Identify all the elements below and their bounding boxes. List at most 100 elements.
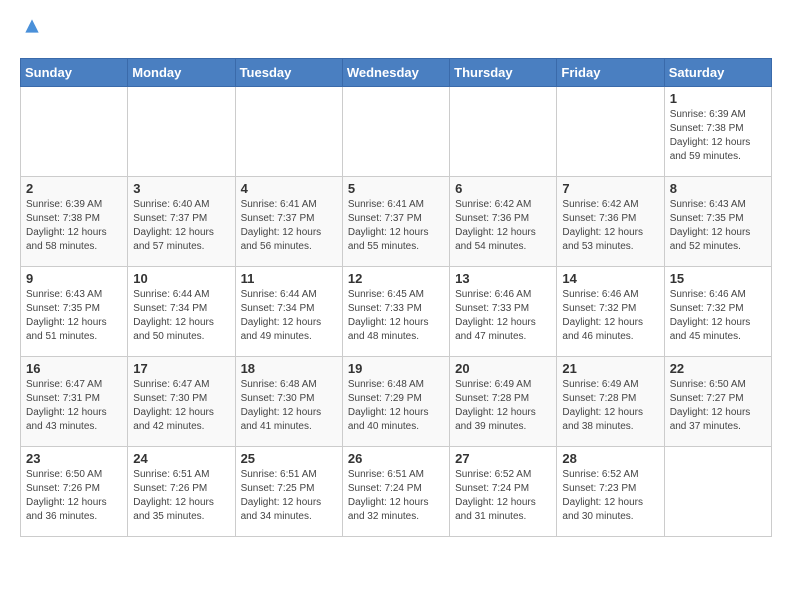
day-info: Sunrise: 6:48 AMSunset: 7:29 PMDaylight:…: [348, 378, 444, 434]
calendar-cell: 8 Sunrise: 6:43 AMSunset: 7:35 PMDaylight…: [664, 177, 771, 267]
calendar-cell: 10 Sunrise: 6:44 AMSunset: 7:34 PMDayligh…: [128, 267, 235, 357]
day-info: Sunrise: 6:41 AMSunset: 7:37 PMDaylight:…: [241, 198, 337, 254]
week-row-1: 1 Sunrise: 6:39 AMSunset: 7:38 PMDaylight…: [21, 87, 772, 177]
calendar-cell: 21 Sunrise: 6:49 AMSunset: 7:28 PMDayligh…: [557, 357, 664, 447]
calendar-cell: 27 Sunrise: 6:52 AMSunset: 7:24 PMDayligh…: [450, 447, 557, 537]
day-number: 24: [133, 451, 229, 466]
calendar-cell: 6 Sunrise: 6:42 AMSunset: 7:36 PMDaylight…: [450, 177, 557, 267]
calendar-cell: 9Sunrise: 6:43 AMSunset: 7:35 PMDaylight…: [21, 267, 128, 357]
calendar-cell: 19 Sunrise: 6:48 AMSunset: 7:29 PMDayligh…: [342, 357, 449, 447]
day-info: Sunrise: 6:46 AMSunset: 7:32 PMDaylight:…: [670, 288, 766, 344]
calendar-cell: [235, 87, 342, 177]
calendar-cell: 24 Sunrise: 6:51 AMSunset: 7:26 PMDayligh…: [128, 447, 235, 537]
weekday-header-thursday: Thursday: [450, 59, 557, 87]
day-number: 9: [26, 271, 122, 286]
day-number: 4: [241, 181, 337, 196]
page-header: [20, 20, 772, 42]
calendar-cell: 4 Sunrise: 6:41 AMSunset: 7:37 PMDaylight…: [235, 177, 342, 267]
calendar-cell: [128, 87, 235, 177]
calendar-cell: 1 Sunrise: 6:39 AMSunset: 7:38 PMDaylight…: [664, 87, 771, 177]
logo-icon: [22, 16, 42, 36]
day-info: Sunrise: 6:40 AMSunset: 7:37 PMDaylight:…: [133, 198, 229, 254]
day-info: Sunrise: 6:41 AMSunset: 7:37 PMDaylight:…: [348, 198, 444, 254]
weekday-header-wednesday: Wednesday: [342, 59, 449, 87]
day-info: Sunrise: 6:43 AMSunset: 7:35 PMDaylight:…: [670, 198, 766, 254]
calendar-cell: [664, 447, 771, 537]
day-info: Sunrise: 6:47 AMSunset: 7:31 PMDaylight:…: [26, 378, 122, 434]
weekday-header-monday: Monday: [128, 59, 235, 87]
week-row-4: 16Sunrise: 6:47 AMSunset: 7:31 PMDayligh…: [21, 357, 772, 447]
calendar-cell: [342, 87, 449, 177]
calendar-table: SundayMondayTuesdayWednesdayThursdayFrid…: [20, 58, 772, 537]
calendar-cell: 11 Sunrise: 6:44 AMSunset: 7:34 PMDayligh…: [235, 267, 342, 357]
day-number: 10: [133, 271, 229, 286]
weekday-header-tuesday: Tuesday: [235, 59, 342, 87]
day-number: 22: [670, 361, 766, 376]
logo: [20, 20, 42, 42]
day-number: 25: [241, 451, 337, 466]
calendar-cell: 7 Sunrise: 6:42 AMSunset: 7:36 PMDaylight…: [557, 177, 664, 267]
day-number: 2: [26, 181, 122, 196]
day-number: 18: [241, 361, 337, 376]
day-info: Sunrise: 6:44 AMSunset: 7:34 PMDaylight:…: [241, 288, 337, 344]
day-info: Sunrise: 6:51 AMSunset: 7:25 PMDaylight:…: [241, 468, 337, 524]
calendar-cell: 25 Sunrise: 6:51 AMSunset: 7:25 PMDayligh…: [235, 447, 342, 537]
day-number: 21: [562, 361, 658, 376]
calendar-cell: 14 Sunrise: 6:46 AMSunset: 7:32 PMDayligh…: [557, 267, 664, 357]
day-info: Sunrise: 6:52 AMSunset: 7:24 PMDaylight:…: [455, 468, 551, 524]
calendar-cell: 28 Sunrise: 6:52 AMSunset: 7:23 PMDayligh…: [557, 447, 664, 537]
calendar-cell: [21, 87, 128, 177]
day-number: 27: [455, 451, 551, 466]
calendar-cell: 12Sunrise: 6:45 AMSunset: 7:33 PMDayligh…: [342, 267, 449, 357]
day-info: Sunrise: 6:42 AMSunset: 7:36 PMDaylight:…: [562, 198, 658, 254]
weekday-header-friday: Friday: [557, 59, 664, 87]
calendar-cell: 26 Sunrise: 6:51 AMSunset: 7:24 PMDayligh…: [342, 447, 449, 537]
day-info: Sunrise: 6:51 AMSunset: 7:24 PMDaylight:…: [348, 468, 444, 524]
day-number: 11: [241, 271, 337, 286]
calendar-cell: 17 Sunrise: 6:47 AMSunset: 7:30 PMDayligh…: [128, 357, 235, 447]
weekday-header-sunday: Sunday: [21, 59, 128, 87]
day-number: 23: [26, 451, 122, 466]
day-number: 15: [670, 271, 766, 286]
week-row-3: 9Sunrise: 6:43 AMSunset: 7:35 PMDaylight…: [21, 267, 772, 357]
day-info: Sunrise: 6:49 AMSunset: 7:28 PMDaylight:…: [562, 378, 658, 434]
day-number: 28: [562, 451, 658, 466]
week-row-2: 2 Sunrise: 6:39 AMSunset: 7:38 PMDaylight…: [21, 177, 772, 267]
day-number: 26: [348, 451, 444, 466]
day-info: Sunrise: 6:44 AMSunset: 7:34 PMDaylight:…: [133, 288, 229, 344]
day-info: Sunrise: 6:51 AMSunset: 7:26 PMDaylight:…: [133, 468, 229, 524]
calendar-cell: 22 Sunrise: 6:50 AMSunset: 7:27 PMDayligh…: [664, 357, 771, 447]
week-row-5: 23 Sunrise: 6:50 AMSunset: 7:26 PMDayligh…: [21, 447, 772, 537]
day-info: Sunrise: 6:39 AMSunset: 7:38 PMDaylight:…: [26, 198, 122, 254]
day-number: 8: [670, 181, 766, 196]
day-number: 5: [348, 181, 444, 196]
calendar-cell: 13Sunrise: 6:46 AMSunset: 7:33 PMDayligh…: [450, 267, 557, 357]
calendar-cell: 2 Sunrise: 6:39 AMSunset: 7:38 PMDaylight…: [21, 177, 128, 267]
calendar-cell: [450, 87, 557, 177]
day-number: 19: [348, 361, 444, 376]
day-number: 7: [562, 181, 658, 196]
day-info: Sunrise: 6:49 AMSunset: 7:28 PMDaylight:…: [455, 378, 551, 434]
day-info: Sunrise: 6:47 AMSunset: 7:30 PMDaylight:…: [133, 378, 229, 434]
calendar-cell: 18Sunrise: 6:48 AMSunset: 7:30 PMDayligh…: [235, 357, 342, 447]
calendar-cell: 20 Sunrise: 6:49 AMSunset: 7:28 PMDayligh…: [450, 357, 557, 447]
day-info: Sunrise: 6:39 AMSunset: 7:38 PMDaylight:…: [670, 108, 766, 164]
day-info: Sunrise: 6:50 AMSunset: 7:27 PMDaylight:…: [670, 378, 766, 434]
day-number: 1: [670, 91, 766, 106]
day-info: Sunrise: 6:46 AMSunset: 7:32 PMDaylight:…: [562, 288, 658, 344]
day-number: 12: [348, 271, 444, 286]
day-number: 17: [133, 361, 229, 376]
weekday-header-saturday: Saturday: [664, 59, 771, 87]
day-info: Sunrise: 6:52 AMSunset: 7:23 PMDaylight:…: [562, 468, 658, 524]
calendar-cell: 16Sunrise: 6:47 AMSunset: 7:31 PMDayligh…: [21, 357, 128, 447]
day-number: 6: [455, 181, 551, 196]
calendar-cell: [557, 87, 664, 177]
calendar-cell: 23 Sunrise: 6:50 AMSunset: 7:26 PMDayligh…: [21, 447, 128, 537]
weekday-header-row: SundayMondayTuesdayWednesdayThursdayFrid…: [21, 59, 772, 87]
calendar-cell: 15 Sunrise: 6:46 AMSunset: 7:32 PMDayligh…: [664, 267, 771, 357]
day-info: Sunrise: 6:50 AMSunset: 7:26 PMDaylight:…: [26, 468, 122, 524]
day-info: Sunrise: 6:46 AMSunset: 7:33 PMDaylight:…: [455, 288, 551, 344]
day-info: Sunrise: 6:42 AMSunset: 7:36 PMDaylight:…: [455, 198, 551, 254]
day-number: 20: [455, 361, 551, 376]
day-number: 14: [562, 271, 658, 286]
